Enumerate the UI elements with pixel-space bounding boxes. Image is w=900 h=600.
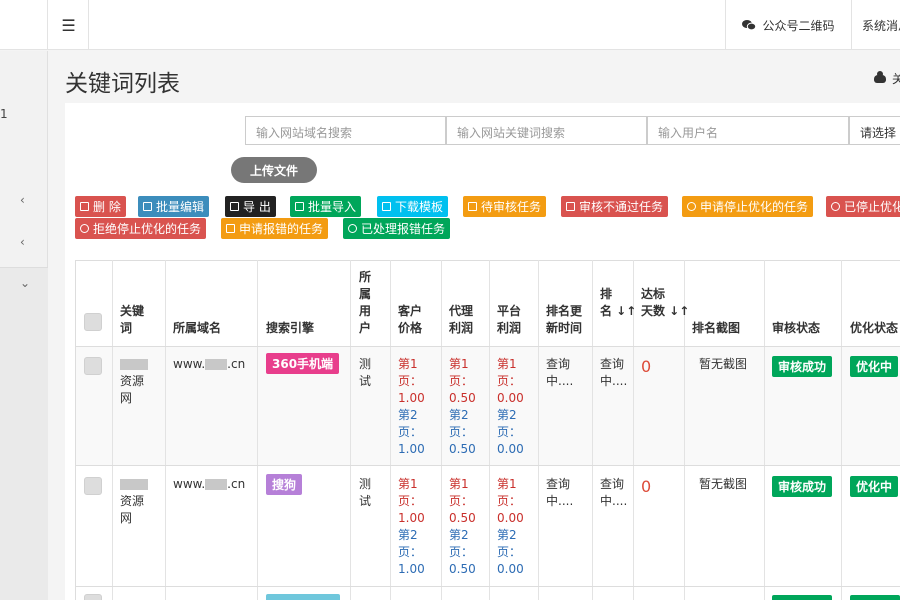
redacted-text: [205, 359, 228, 370]
menu-toggle-button[interactable]: ☰: [49, 0, 89, 50]
download-icon: [230, 202, 239, 211]
optimize-status-badge[interactable]: 优化中: [850, 476, 899, 497]
keyword-search-input[interactable]: 输入网站关键词搜索: [446, 116, 647, 145]
review-status-badge[interactable]: 审核成功: [772, 476, 833, 497]
row-checkbox[interactable]: [84, 477, 102, 495]
header-optimize: 优化状态: [850, 321, 899, 335]
handled-error-button[interactable]: 已处理报错任务: [343, 218, 451, 239]
wechat-label: 公众号二维码: [762, 18, 835, 33]
username-search-input[interactable]: 输入用户名: [647, 116, 849, 145]
header-platform-profit[interactable]: 平台 利润: [497, 303, 521, 337]
redacted-text: [120, 479, 148, 490]
upload-file-button[interactable]: 上传文件: [231, 157, 317, 183]
domain-cell: www. .cn: [173, 357, 246, 371]
wechat-qrcode-link[interactable]: 公众号二维码: [725, 0, 851, 50]
pause-icon: [687, 202, 696, 211]
chevron-down-icon[interactable]: ⌄: [20, 276, 30, 290]
row-checkbox[interactable]: [84, 594, 102, 600]
rank-cell: 查询 中....: [600, 357, 628, 388]
days-value: 0: [641, 477, 652, 496]
redacted-text: [205, 479, 228, 490]
wechat-icon: [742, 20, 757, 31]
page-title: 关键词列表: [65, 71, 180, 97]
header-client-price[interactable]: 客户 价格: [398, 303, 422, 337]
request-stop-button[interactable]: 申请停止优化的任务: [682, 196, 814, 217]
pause-icon: [80, 224, 89, 233]
delete-button[interactable]: 删 除: [75, 196, 126, 217]
client-price-cell: 第1 页： 1.00 第2 页： 1.00: [398, 477, 425, 576]
client-price-cell: 第1 页： 1.00 第2 页： 1.00: [398, 357, 425, 456]
select-all-checkbox[interactable]: [84, 313, 102, 331]
review-status-badge[interactable]: [772, 595, 832, 600]
download-icon: [382, 202, 391, 211]
cloud-link[interactable]: 关: [874, 70, 900, 87]
header-agent-profit[interactable]: 代理 利润: [449, 303, 473, 337]
header-rank-time[interactable]: 排名更 新时间: [546, 303, 582, 337]
review-failed-button[interactable]: 审核不通过任务: [561, 196, 669, 217]
batch-edit-button[interactable]: 批量编辑: [138, 196, 210, 217]
rank-time-cell: 查询 中....: [546, 357, 574, 388]
platform-profit-cell: 第1 页： 0.00 第2 页： 0.00: [497, 357, 524, 456]
engine-tag: [266, 594, 340, 600]
header-user[interactable]: 所属用户: [359, 269, 371, 337]
rank-cell: 查询 中....: [600, 477, 628, 508]
domain-cell: www. .cn: [173, 477, 246, 491]
system-message-link[interactable]: 系统消息: [851, 0, 900, 50]
batch-import-button[interactable]: 批量导入: [290, 196, 362, 217]
edit-icon: [468, 202, 477, 211]
download-template-button[interactable]: 下载模板: [377, 196, 449, 217]
optimize-status-badge[interactable]: 优化中: [850, 356, 899, 377]
screenshot-cell: 暂无截图: [699, 477, 748, 491]
header-domain[interactable]: 所属域名: [173, 320, 221, 337]
review-status-badge[interactable]: 审核成功: [772, 356, 833, 377]
edit-icon: [295, 202, 304, 211]
platform-profit-cell: 第1 页： 0.00 第2 页： 0.00: [497, 477, 524, 576]
pause-icon: [831, 202, 840, 211]
header-engine[interactable]: 搜索引擎: [266, 320, 314, 337]
status-select[interactable]: 请选择: [849, 116, 900, 145]
sidebar-badge: 1: [0, 107, 8, 121]
header-keyword[interactable]: 关键词: [120, 303, 144, 337]
reject-stop-button[interactable]: 拒绝停止优化的任务: [75, 218, 207, 239]
pending-review-button[interactable]: 待审核任务: [463, 196, 547, 217]
keyword-cell: 资源网: [120, 476, 148, 527]
top-navbar: ☰ 公众号二维码 系统消息: [0, 0, 900, 50]
edit-icon: [566, 202, 575, 211]
logo-area: [0, 0, 48, 50]
user-cell: 测试: [359, 357, 372, 388]
check-icon: [348, 224, 357, 233]
chevron-left-icon[interactable]: ‹: [20, 235, 25, 249]
header-days[interactable]: 达标 天数 ↓↑: [641, 286, 689, 320]
optimize-status-badge[interactable]: [850, 595, 900, 600]
keyword-cell: 资源网: [120, 356, 148, 407]
chevron-left-icon[interactable]: ‹: [20, 193, 25, 207]
sidebar: 1 ‹ ‹ ⌄: [0, 51, 48, 600]
edit-icon: [226, 224, 235, 233]
screenshot-cell: 暂无截图: [699, 357, 748, 371]
row-checkbox[interactable]: [84, 357, 102, 375]
agent-profit-cell: 第1 页： 0.50 第2 页： 0.50: [449, 357, 476, 456]
agent-profit-cell: 第1 页： 0.50 第2 页： 0.50: [449, 477, 476, 576]
report-error-button[interactable]: 申请报错的任务: [221, 218, 329, 239]
domain-search-input[interactable]: 输入网站域名搜索: [245, 116, 446, 145]
engine-tag: 360手机端: [266, 353, 340, 374]
menu-icon: ☰: [61, 15, 76, 35]
cloud-icon: [874, 71, 886, 83]
system-message-label: 系统消息: [862, 18, 900, 33]
engine-tag: 搜狗: [266, 474, 303, 495]
redacted-text: [120, 359, 148, 370]
rank-time-cell: 查询 中....: [546, 477, 574, 508]
stopped-optimize-button[interactable]: 已停止优化: [826, 196, 900, 217]
header-review: 审核状态: [772, 321, 821, 335]
header-screenshot: 排名截图: [692, 321, 741, 335]
trash-icon: [80, 202, 89, 211]
header-rank[interactable]: 排名 ↓↑: [600, 286, 636, 320]
export-button[interactable]: 导 出: [225, 196, 276, 217]
edit-icon: [143, 202, 152, 211]
user-cell: 测试: [359, 477, 372, 508]
days-value: 0: [641, 357, 652, 376]
sidebar-active-group: ⌄: [0, 268, 48, 600]
